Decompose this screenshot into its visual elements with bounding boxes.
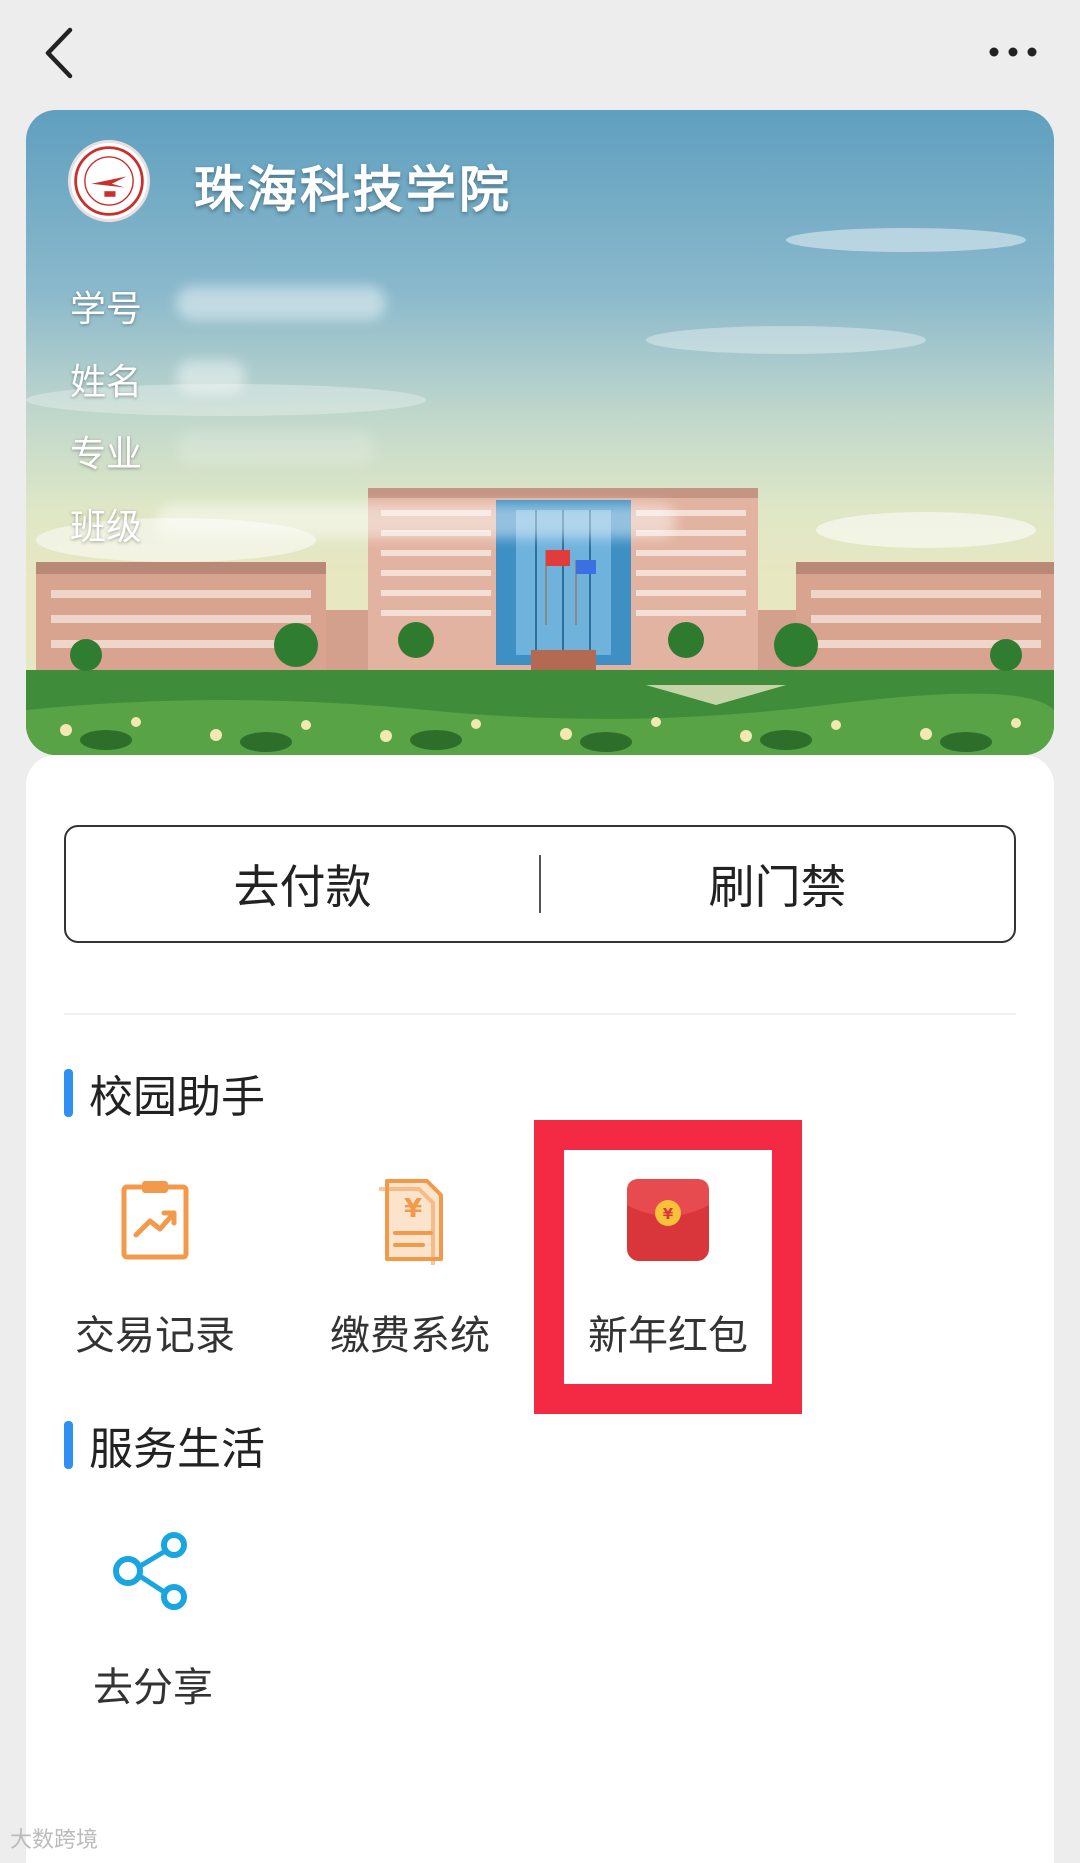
share-item[interactable]: 去分享 bbox=[53, 1527, 253, 1713]
section-service-life: 服务生活 bbox=[64, 1413, 265, 1477]
main-panel: 去付款 刷门禁 校园助手 交易记录 ¥ 缴费系统 ¥ 新年红包 服务生活 去分享 bbox=[26, 755, 1054, 1863]
school-logo-icon bbox=[68, 140, 150, 222]
payment-system-item[interactable]: ¥ 缴费系统 bbox=[310, 1175, 510, 1361]
red-envelope-label: 新年红包 bbox=[588, 1313, 748, 1359]
student-id-label: 学号 bbox=[70, 289, 143, 330]
class-label: 班级 bbox=[70, 507, 143, 548]
major-redacted bbox=[176, 432, 376, 466]
name-redacted bbox=[176, 360, 246, 394]
name-label: 姓名 bbox=[70, 362, 143, 403]
student-id-redacted bbox=[176, 286, 386, 320]
share-label: 去分享 bbox=[93, 1665, 213, 1711]
top-nav bbox=[0, 0, 1080, 110]
more-dots-icon[interactable] bbox=[986, 40, 1040, 64]
major-label: 专业 bbox=[70, 434, 143, 475]
divider bbox=[64, 1013, 1016, 1015]
svg-text:¥: ¥ bbox=[404, 1194, 422, 1224]
section-accent-bar bbox=[64, 1421, 73, 1469]
transaction-record-icon bbox=[121, 1181, 189, 1260]
school-name: 珠海科技学院 bbox=[194, 161, 512, 219]
payment-system-label: 缴费系统 bbox=[330, 1313, 490, 1359]
share-icon bbox=[113, 1532, 187, 1610]
pay-button[interactable]: 去付款 bbox=[66, 827, 539, 941]
watermark: 大数跨境 bbox=[10, 1828, 99, 1853]
campus-card: 珠海科技学院 学号 姓名 专业 班级 bbox=[26, 110, 1054, 755]
class-redacted bbox=[156, 504, 676, 538]
red-envelope-item[interactable]: ¥ 新年红包 bbox=[568, 1175, 768, 1361]
campus-building-illustration bbox=[26, 228, 1054, 755]
transaction-record-label: 交易记录 bbox=[75, 1313, 235, 1359]
access-control-button[interactable]: 刷门禁 bbox=[541, 827, 1014, 941]
transaction-record-item[interactable]: 交易记录 bbox=[55, 1175, 255, 1361]
section-campus-assistant: 校园助手 bbox=[64, 1061, 265, 1125]
section-title: 服务生活 bbox=[89, 1424, 265, 1475]
quick-actions: 去付款 刷门禁 bbox=[64, 825, 1016, 943]
red-envelope-icon: ¥ bbox=[627, 1179, 709, 1261]
payment-system-icon: ¥ bbox=[379, 1179, 443, 1265]
svg-text:¥: ¥ bbox=[663, 1205, 674, 1223]
chevron-left-icon[interactable] bbox=[38, 24, 82, 82]
section-accent-bar bbox=[64, 1069, 73, 1117]
section-title: 校园助手 bbox=[89, 1072, 265, 1123]
